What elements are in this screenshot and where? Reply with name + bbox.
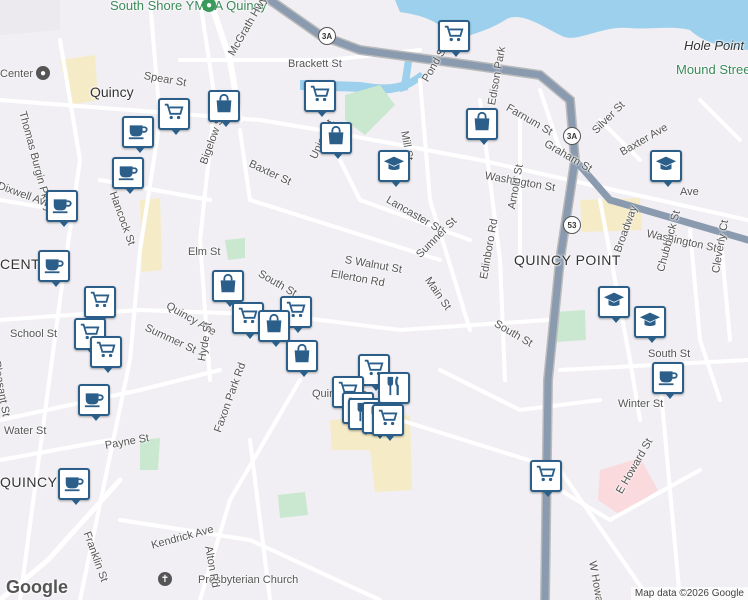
- map-pin-shopping-bag[interactable]: [208, 90, 240, 127]
- street-label: Ave: [680, 186, 699, 198]
- route-53-shield: 53: [563, 216, 581, 234]
- map-pin-shopping-bag[interactable]: [320, 122, 352, 159]
- map-pin-shopping-cart[interactable]: [304, 80, 336, 117]
- coffee-cup-icon: [127, 119, 149, 146]
- shopping-bag-icon: [291, 343, 313, 370]
- street-label: Brackett St: [288, 58, 342, 70]
- coffee-cup-icon: [63, 471, 85, 498]
- coffee-cup-icon: [657, 365, 679, 392]
- shopping-bag-icon: [471, 111, 493, 138]
- school-icon: [655, 153, 677, 180]
- shopping-bag-icon: [325, 125, 347, 152]
- shopping-cart-icon: [89, 289, 111, 316]
- map-pin-coffee-cup[interactable]: [38, 250, 70, 287]
- map-pin-school[interactable]: [598, 286, 630, 323]
- shopping-bag-icon: [263, 313, 285, 340]
- shopping-bag-icon: [213, 93, 235, 120]
- shopping-cart-icon: [535, 463, 557, 490]
- map-pin-shopping-cart[interactable]: [530, 460, 562, 497]
- street-label: Hole Point: [684, 38, 744, 53]
- street-label: Quincy: [90, 84, 134, 100]
- google-logo: Google: [6, 577, 68, 597]
- street-label: South Shore YMCA Quincy: [110, 0, 267, 13]
- street-label: Elm St: [188, 246, 221, 258]
- map-pin-coffee-cup[interactable]: [78, 384, 110, 421]
- fork-knife-icon: [383, 375, 405, 402]
- street-label: Mound Street Beach: [676, 62, 748, 77]
- map-attribution: Map data ©2026 Google: [630, 587, 748, 600]
- shopping-cart-icon: [377, 407, 399, 434]
- street-label: Water St: [4, 425, 47, 437]
- coffee-cup-icon: [43, 253, 65, 280]
- street-label: QUINCY: [0, 474, 58, 490]
- map-pin-school[interactable]: [650, 150, 682, 187]
- map-pin-school[interactable]: [378, 150, 410, 187]
- map-pin-fork-knife[interactable]: [378, 372, 410, 409]
- map-pin-shopping-bag[interactable]: [212, 270, 244, 307]
- map-pin-shopping-cart[interactable]: [372, 404, 404, 441]
- street-label: School St: [10, 328, 58, 340]
- street-label: South St: [648, 348, 691, 360]
- school-icon: [383, 153, 405, 180]
- street-label: Center: [0, 68, 34, 80]
- coffee-cup-icon: [83, 387, 105, 414]
- route-3a-shield: 3A: [563, 127, 581, 145]
- shopping-cart-icon: [443, 23, 465, 50]
- shopping-cart-icon: [163, 101, 185, 128]
- map-pin-school[interactable]: [634, 306, 666, 343]
- map-pin-coffee-cup[interactable]: [58, 468, 90, 505]
- map-pin-shopping-bag[interactable]: [286, 340, 318, 377]
- coffee-cup-icon: [117, 160, 139, 187]
- map-pin-shopping-cart[interactable]: [158, 98, 190, 135]
- street-label: Winter St: [618, 398, 664, 410]
- map-pin-shopping-bag[interactable]: [466, 108, 498, 145]
- transit-station-icon[interactable]: ●: [36, 66, 50, 80]
- coffee-cup-icon: [51, 193, 73, 220]
- shopping-bag-icon: [217, 273, 239, 300]
- church-icon[interactable]: ✝: [158, 572, 172, 586]
- school-icon: [639, 309, 661, 336]
- map-pin-shopping-bag[interactable]: [258, 310, 290, 347]
- map-canvas[interactable]: Quincy QUINCY POINT CENTER QUINCY Hole Point…: [0, 0, 748, 600]
- map-pin-coffee-cup[interactable]: [46, 190, 78, 227]
- shopping-cart-icon: [95, 339, 117, 366]
- map-pin-coffee-cup[interactable]: [652, 362, 684, 399]
- map-pin-shopping-cart[interactable]: [84, 286, 116, 323]
- route-3a-shield: 3A: [318, 27, 336, 45]
- map-pin-coffee-cup[interactable]: [112, 157, 144, 194]
- map-pin-shopping-cart[interactable]: [438, 20, 470, 57]
- school-icon: [603, 289, 625, 316]
- street-label: QUINCY POINT: [514, 252, 621, 268]
- shopping-cart-icon: [309, 83, 331, 110]
- shopping-cart-icon: [237, 305, 259, 332]
- map-pin-coffee-cup[interactable]: [122, 116, 154, 153]
- map-pin-shopping-cart[interactable]: [90, 336, 122, 373]
